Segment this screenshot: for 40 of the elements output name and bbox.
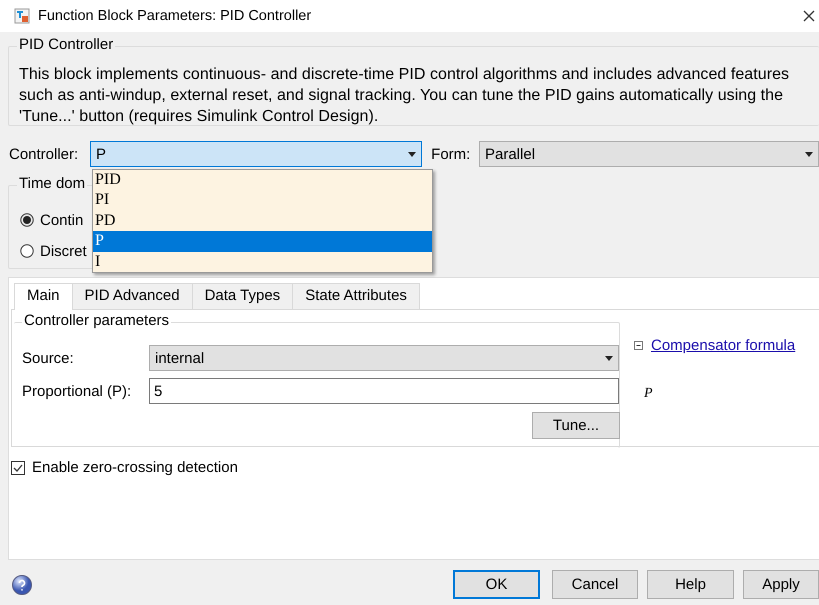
collapse-icon[interactable] (634, 341, 643, 350)
group-title: Controller parameters (22, 312, 172, 329)
dialog-button[interactable]: OK (453, 570, 540, 599)
dropdown-option[interactable]: PID (93, 170, 432, 190)
tab[interactable]: Main (14, 283, 73, 310)
radio-label: Discret (40, 242, 87, 260)
form-dropdown[interactable]: Parallel (479, 141, 819, 167)
block-description: This block implements continuous- and discrete-time PID control algorithms and includes advanced features such as anti-windup, external reset, and signal tracking. You can tune the PID gains automatically using the 'Tune...' button (requires Simulink Control Design). (19, 65, 790, 127)
caret-icon (805, 152, 813, 156)
close-icon[interactable] (803, 10, 815, 22)
formula-link[interactable]: Compensator formula (651, 337, 796, 354)
dropdown-option[interactable]: PI (93, 190, 432, 211)
app-icon (14, 8, 30, 24)
dialog-button[interactable]: Apply (743, 570, 819, 599)
source-dropdown[interactable]: internal (149, 345, 619, 371)
tab[interactable]: Data Types (192, 283, 294, 309)
help-icon[interactable] (12, 574, 32, 594)
caret-icon (408, 152, 416, 156)
dialog-button[interactable]: Cancel (552, 570, 638, 599)
radio-button[interactable] (20, 244, 34, 258)
field-label: Source: (22, 350, 75, 366)
tab[interactable]: State Attributes (292, 283, 420, 309)
dropdown-option[interactable]: P (93, 231, 432, 252)
proportional-input[interactable]: 5 (149, 378, 619, 404)
controller-dropdown[interactable]: P (90, 141, 422, 167)
dialog-button[interactable]: Help (647, 570, 734, 599)
radio-button[interactable] (20, 213, 34, 227)
checkbox[interactable] (11, 460, 25, 474)
field-label: Form: (431, 146, 472, 162)
radio-label: Contin (40, 212, 84, 228)
tune-button[interactable]: Tune... (532, 412, 620, 439)
window-title: Function Block Parameters: PID Controller (38, 8, 312, 24)
caret-icon (605, 356, 613, 360)
dropdown-option[interactable]: I (93, 252, 432, 272)
field-label: Controller: (9, 146, 80, 162)
dropdown-option[interactable]: PD (93, 210, 432, 232)
formula-text: P (644, 386, 654, 402)
tab[interactable]: PID Advanced (72, 283, 193, 309)
field-label: Proportional (P): (22, 382, 132, 400)
checkbox-label: Enable zero-crossing detection (32, 459, 238, 476)
